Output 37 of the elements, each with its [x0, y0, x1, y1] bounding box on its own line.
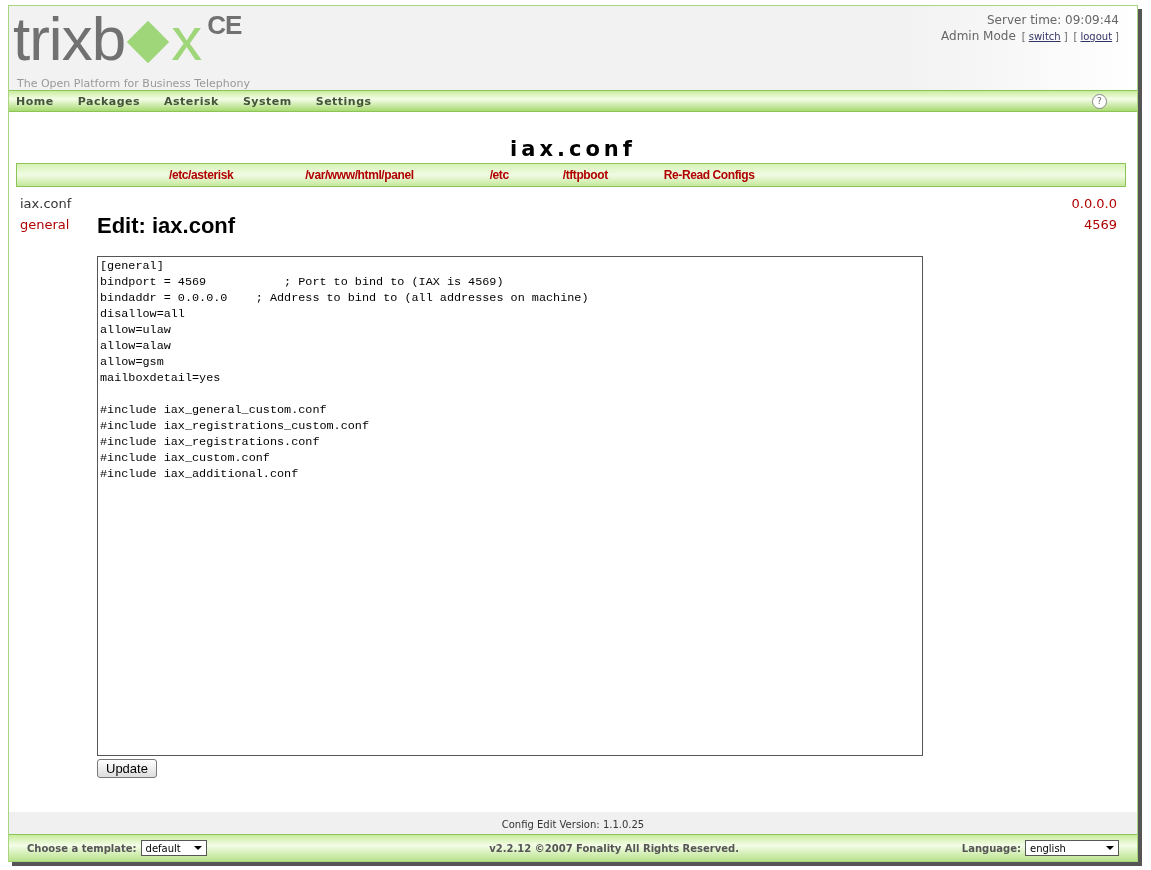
mode-link[interactable]: switch: [1028, 31, 1061, 42]
bracket: [: [1073, 31, 1078, 42]
version-text: Config Edit Version: 1.1.0.25: [9, 812, 1137, 834]
config-editor[interactable]: [general] bindport = 4569 ; Port to bind to (IAX is 4569) bindaddr = 0.0.0.0 ; Address to bind to (all addresses on machine) disallow=all allow=ulaw allow=alaw allow=gsm mailboxdetail=yes #include iax_general_custom.conf #include iax_registrations_custom.conf #include iax_registrations.conf #include iax_custom.conf #include iax_additional.conf: [97, 256, 923, 756]
bracket: [: [1021, 31, 1026, 42]
tagline: The Open Platform for Business Telephony: [17, 77, 250, 90]
nav-item[interactable]: System: [242, 94, 292, 108]
nav-item[interactable]: Home: [16, 94, 54, 108]
template-label: Choose a template:: [27, 842, 137, 854]
nav-item[interactable]: Packages: [77, 94, 141, 108]
update-button[interactable]: Update: [97, 759, 157, 778]
page-title: iax.conf: [509, 136, 637, 163]
copyright-text: v2.2.12 ©2007 Fonality All Rights Reserved.: [489, 842, 739, 854]
mode-link[interactable]: logout: [1080, 31, 1113, 42]
directory-link[interactable]: /etc: [489, 168, 509, 182]
bracket: ]: [1115, 31, 1119, 42]
language-label: Language:: [961, 842, 1021, 854]
edit-title: Edit: iax.conf: [97, 213, 236, 240]
directory-link[interactable]: /tftpboot: [562, 168, 608, 182]
logo: trixb x$^{CE}$: [13, 12, 243, 65]
caret-icon: [1106, 846, 1114, 850]
language-select[interactable]: english: [1025, 840, 1119, 856]
directory-link[interactable]: Re-Read Configs: [663, 168, 755, 182]
template-select[interactable]: default: [140, 840, 207, 856]
help-button[interactable]: ?: [1092, 93, 1107, 109]
setting-value: 0.0.0.0: [1071, 196, 1117, 211]
directory-link[interactable]: /var/www/html/panel: [305, 168, 414, 182]
sidebar-item[interactable]: iax.conf: [20, 196, 97, 211]
bracket: ]: [1063, 31, 1068, 42]
nav-item[interactable]: Asterisk: [164, 94, 219, 108]
admin-mode-label: Admin Mode: [941, 29, 1016, 43]
sidebar-item[interactable]: general: [20, 217, 97, 232]
server-time: Server time: 09:09:44: [985, 13, 1119, 27]
nav-item[interactable]: Settings: [315, 94, 372, 108]
directory-link[interactable]: /etc/asterisk: [169, 168, 234, 182]
caret-icon: [193, 846, 202, 850]
setting-value: 4569: [1082, 217, 1117, 232]
